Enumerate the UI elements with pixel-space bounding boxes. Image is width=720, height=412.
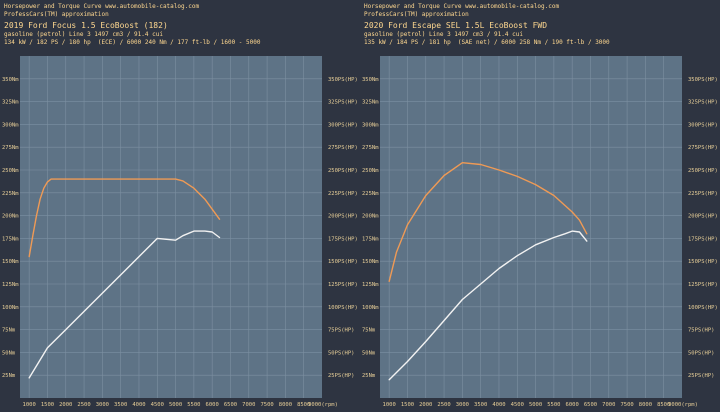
x-tick-label: 3500 bbox=[114, 402, 127, 408]
x-tick-label: 7500 bbox=[260, 402, 273, 408]
y-tick-label-ps: 350PS(HP) bbox=[688, 77, 718, 83]
x-tick-label: 5000 bbox=[169, 402, 182, 408]
y-tick-label-ps: 75PS(HP) bbox=[688, 328, 715, 334]
chart-panel-left: Horsepower and Torque Curve www.automobi… bbox=[0, 0, 360, 412]
x-tick-label: 4500 bbox=[151, 402, 164, 408]
y-tick-label-nm: 100Nm bbox=[2, 305, 19, 311]
x-tick-label: 5500 bbox=[547, 402, 560, 408]
x-tick-label: 6500 bbox=[584, 402, 597, 408]
x-tick-label: 1500 bbox=[41, 402, 54, 408]
y-tick-label-nm: 150Nm bbox=[362, 259, 379, 265]
x-tick-label: 1500 bbox=[401, 402, 414, 408]
y-tick-label-nm: 200Nm bbox=[362, 214, 379, 220]
y-tick-label-ps: 25PS(HP) bbox=[688, 373, 715, 379]
y-tick-label-nm: 75Nm bbox=[362, 328, 376, 334]
y-tick-label-nm: 250Nm bbox=[362, 168, 379, 174]
y-tick-label-nm: 50Nm bbox=[2, 350, 16, 356]
x-tick-label: 6500 bbox=[224, 402, 237, 408]
y-tick-label-nm: 25Nm bbox=[362, 373, 376, 379]
y-tick-label-ps: 50PS(HP) bbox=[688, 350, 715, 356]
x-tick-label: 7500 bbox=[620, 402, 633, 408]
y-tick-label-ps: 75PS(HP) bbox=[328, 328, 355, 334]
x-tick-label: 5500 bbox=[187, 402, 200, 408]
y-tick-label-ps: 275PS(HP) bbox=[688, 145, 718, 151]
y-tick-label-ps: 125PS(HP) bbox=[688, 282, 718, 288]
y-tick-label-ps: 225PS(HP) bbox=[328, 191, 358, 197]
x-tick-label: 1000 bbox=[23, 402, 36, 408]
x-tick-label: 1000 bbox=[383, 402, 396, 408]
y-tick-label-nm: 150Nm bbox=[2, 259, 19, 265]
chart-panel-right: Horsepower and Torque Curve www.automobi… bbox=[360, 0, 720, 412]
y-tick-label-ps: 200PS(HP) bbox=[688, 214, 718, 220]
x-tick-label: 4500 bbox=[511, 402, 524, 408]
y-tick-label-ps: 150PS(HP) bbox=[688, 259, 718, 265]
y-tick-label-ps: 200PS(HP) bbox=[328, 214, 358, 220]
y-tick-label-ps: 100PS(HP) bbox=[328, 305, 358, 311]
y-tick-label-ps: 100PS(HP) bbox=[688, 305, 718, 311]
x-tick-label: 2500 bbox=[77, 402, 90, 408]
x-tick-label: 3500 bbox=[474, 402, 487, 408]
y-tick-label-nm: 75Nm bbox=[2, 328, 16, 334]
y-tick-label-nm: 125Nm bbox=[362, 282, 379, 288]
x-tick-label: 4000 bbox=[132, 402, 145, 408]
x-tick-label: 4000 bbox=[492, 402, 505, 408]
chart-plot: 1000 1500 2000 2500 3000 3500 4000 4500 5000 5500… bbox=[362, 56, 718, 408]
plot-area bbox=[20, 56, 322, 398]
y-tick-label-ps: 125PS(HP) bbox=[328, 282, 358, 288]
plot-area bbox=[380, 56, 682, 398]
y-tick-label-ps: 175PS(HP) bbox=[688, 236, 718, 242]
y-tick-label-ps: 300PS(HP) bbox=[328, 122, 358, 128]
x-tick-label: 5000 bbox=[529, 402, 542, 408]
y-tick-label-nm: 25Nm bbox=[2, 373, 16, 379]
y-tick-label-nm: 350Nm bbox=[2, 77, 19, 83]
y-tick-label-ps: 300PS(HP) bbox=[688, 122, 718, 128]
chart-plot: 1000 1500 2000 2500 3000 3500 4000 4500 5000 5500… bbox=[2, 56, 358, 408]
y-tick-label-nm: 175Nm bbox=[362, 236, 379, 242]
y-tick-label-nm: 100Nm bbox=[362, 305, 379, 311]
y-tick-label-nm: 275Nm bbox=[2, 145, 19, 151]
x-tick-label: 6000 bbox=[206, 402, 219, 408]
x-tick-label: 3000 bbox=[96, 402, 109, 408]
x-tick-label: 2000 bbox=[59, 402, 72, 408]
x-tick-label: 7000 bbox=[242, 402, 255, 408]
y-tick-label-ps: 225PS(HP) bbox=[688, 191, 718, 197]
y-tick-label-ps: 325PS(HP) bbox=[688, 100, 718, 106]
y-tick-label-ps: 250PS(HP) bbox=[328, 168, 358, 174]
y-tick-label-nm: 225Nm bbox=[2, 191, 19, 197]
x-axis-end-label: 9000(rpm) bbox=[308, 402, 338, 408]
y-tick-label-ps: 275PS(HP) bbox=[328, 145, 358, 151]
y-tick-label-ps: 25PS(HP) bbox=[328, 373, 355, 379]
y-tick-label-nm: 300Nm bbox=[2, 122, 19, 128]
y-tick-label-nm: 350Nm bbox=[362, 77, 379, 83]
y-tick-label-nm: 325Nm bbox=[2, 100, 19, 106]
y-tick-label-ps: 150PS(HP) bbox=[328, 259, 358, 265]
y-tick-label-ps: 350PS(HP) bbox=[328, 77, 358, 83]
y-tick-label-ps: 175PS(HP) bbox=[328, 236, 358, 242]
y-tick-label-nm: 175Nm bbox=[2, 236, 19, 242]
x-tick-label: 6000 bbox=[566, 402, 579, 408]
x-tick-label: 7000 bbox=[602, 402, 615, 408]
y-tick-label-nm: 50Nm bbox=[362, 350, 376, 356]
x-tick-label: 2500 bbox=[437, 402, 450, 408]
y-tick-label-nm: 300Nm bbox=[362, 122, 379, 128]
y-tick-label-nm: 275Nm bbox=[362, 145, 379, 151]
x-tick-label: 3000 bbox=[456, 402, 469, 408]
y-tick-label-nm: 250Nm bbox=[2, 168, 19, 174]
x-tick-label: 2000 bbox=[419, 402, 432, 408]
y-tick-label-nm: 225Nm bbox=[362, 191, 379, 197]
y-tick-label-ps: 325PS(HP) bbox=[328, 100, 358, 106]
y-tick-label-ps: 50PS(HP) bbox=[328, 350, 355, 356]
x-axis-end-label: 9000(rpm) bbox=[668, 402, 698, 408]
x-tick-label: 8000 bbox=[279, 402, 292, 408]
y-tick-label-nm: 125Nm bbox=[2, 282, 19, 288]
y-tick-label-ps: 250PS(HP) bbox=[688, 168, 718, 174]
y-tick-label-nm: 325Nm bbox=[362, 100, 379, 106]
y-tick-label-nm: 200Nm bbox=[2, 214, 19, 220]
x-tick-label: 8000 bbox=[639, 402, 652, 408]
